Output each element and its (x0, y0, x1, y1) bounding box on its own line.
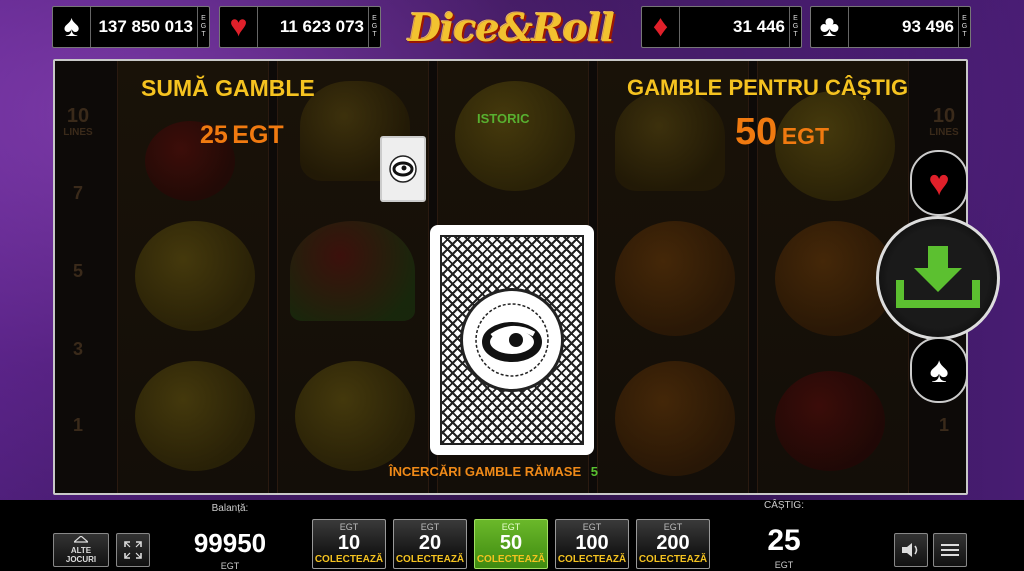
history-card (380, 136, 426, 202)
bet-action: COLECTEAZĂ (395, 554, 465, 565)
bet-value: 50 (499, 532, 523, 554)
bet-action: COLECTEAZĂ (314, 554, 384, 565)
jackpot-value: 31 446 (733, 17, 785, 36)
lines-label-right: LINES (929, 127, 959, 138)
bet-button-100[interactable]: EGT 100 COLECTEAZĂ (555, 519, 629, 569)
lemon-symbol (295, 361, 415, 471)
gamble-sum-unit: EGT (232, 121, 284, 149)
tries-label: ÎNCERCĂRI GAMBLE RĂMASE (389, 464, 582, 479)
bet-unit: EGT (501, 522, 521, 532)
lines-count-right: 10 (932, 105, 956, 127)
gamble-area: 10 LINES 7 5 3 1 10 LINES 1 SUMĂ GAMBLE … (53, 59, 968, 495)
heart-icon: ♥ (928, 162, 950, 203)
lemon-symbol (455, 81, 575, 191)
jackpot-spade: ♠ 137 850 013 EGT (52, 6, 210, 48)
bet-unit: EGT (420, 522, 440, 532)
bet-action: COLECTEAZĂ (557, 554, 627, 565)
egt-emblem-icon (389, 155, 417, 183)
lines-count-left: 10 (66, 105, 90, 127)
gamble-sum-amount: 25 EGT (200, 121, 284, 150)
bet-button-200[interactable]: EGT 200 COLECTEAZĂ (636, 519, 710, 569)
jackpot-value: 137 850 013 (98, 17, 193, 36)
gamble-card[interactable] (430, 225, 594, 455)
download-arrow-icon (896, 246, 980, 308)
line-number: 3 (72, 339, 83, 359)
jackpot-unit: EGT (789, 7, 801, 47)
lemon-symbol (135, 221, 255, 331)
bet-unit: EGT (582, 522, 602, 532)
gamble-win-title: GAMBLE PENTRU CÂȘTIG (627, 75, 909, 100)
red-card-button[interactable]: ♥ (910, 150, 968, 216)
bet-action: COLECTEAZĂ (638, 554, 708, 565)
club-icon: ♣ (811, 7, 849, 47)
menu-button[interactable] (933, 533, 967, 567)
other-games-label: ALTE JOCURI (65, 546, 97, 564)
melon-symbol (290, 221, 415, 321)
collect-button[interactable] (876, 216, 1000, 340)
bet-button-10[interactable]: EGT 10 COLECTEAZĂ (312, 519, 386, 569)
egt-emblem-icon (460, 288, 564, 392)
black-card-button[interactable]: ♠ (910, 337, 968, 403)
orange-symbol (615, 361, 735, 476)
jackpot-diamond: ♦ 31 446 EGT (641, 6, 802, 48)
gamble-sum-title: SUMĂ GAMBLE (141, 75, 315, 101)
history-label: ISTORIC (477, 111, 530, 126)
sound-button[interactable] (894, 533, 928, 567)
bet-value: 10 (337, 532, 361, 554)
bet-button-50[interactable]: EGT 50 COLECTEAZĂ (474, 519, 548, 569)
balance-unit: EGT (220, 561, 240, 571)
win-label: CÂȘTIG: (763, 500, 804, 511)
fullscreen-button[interactable] (116, 533, 150, 567)
cherry-symbol (775, 371, 885, 471)
bet-value: 200 (656, 532, 690, 554)
bet-unit: EGT (339, 522, 359, 532)
jackpot-club: ♣ 93 496 EGT (810, 6, 971, 48)
spade-icon: ♠ (53, 7, 91, 47)
diamond-icon: ♦ (642, 7, 680, 47)
gamble-sum-value: 25 (200, 121, 228, 149)
line-number: 5 (72, 261, 83, 281)
line-number: 1 (938, 415, 949, 435)
gamble-win-amount: 50 EGT (735, 111, 829, 154)
bet-action: COLECTEAZĂ (476, 554, 546, 565)
orange-symbol (615, 221, 735, 336)
line-number: 1 (72, 415, 83, 435)
tries-value: 5 (590, 464, 598, 479)
hamburger-icon (941, 544, 959, 556)
jackpot-value: 93 496 (902, 17, 954, 36)
jackpot-unit: EGT (958, 7, 970, 47)
home-icon (74, 536, 88, 543)
bet-button-20[interactable]: EGT 20 COLECTEAZĂ (393, 519, 467, 569)
speaker-icon (902, 543, 918, 557)
fullscreen-icon (124, 541, 142, 559)
jackpot-heart: ♥ 11 623 073 EGT (219, 6, 381, 48)
gamble-tries: ÎNCERCĂRI GAMBLE RĂMASE 5 (389, 464, 598, 479)
jackpot-unit: EGT (197, 7, 209, 47)
jackpot-unit: EGT (368, 7, 380, 47)
bet-unit: EGT (663, 522, 683, 532)
jackpot-value: 11 623 073 (279, 17, 364, 36)
gamble-win-value: 50 (735, 111, 778, 153)
balance-value: 99950 (193, 528, 267, 558)
other-games-button[interactable]: ALTE JOCURI (53, 533, 109, 567)
bell-symbol (615, 91, 725, 191)
gamble-win-unit: EGT (781, 123, 830, 149)
heart-icon: ♥ (220, 7, 258, 47)
spade-icon: ♠ (929, 349, 949, 390)
line-number: 7 (72, 183, 83, 203)
game-logo: Dice&Roll (408, 5, 615, 50)
bet-value: 100 (575, 532, 609, 554)
balance-label: Balanță: (211, 503, 249, 514)
win-unit: EGT (774, 560, 794, 570)
bet-value: 20 (418, 532, 442, 554)
card-back-pattern (440, 235, 584, 445)
win-value: 25 (767, 524, 801, 557)
lines-label-left: LINES (63, 127, 93, 138)
lemon-symbol (135, 361, 255, 471)
